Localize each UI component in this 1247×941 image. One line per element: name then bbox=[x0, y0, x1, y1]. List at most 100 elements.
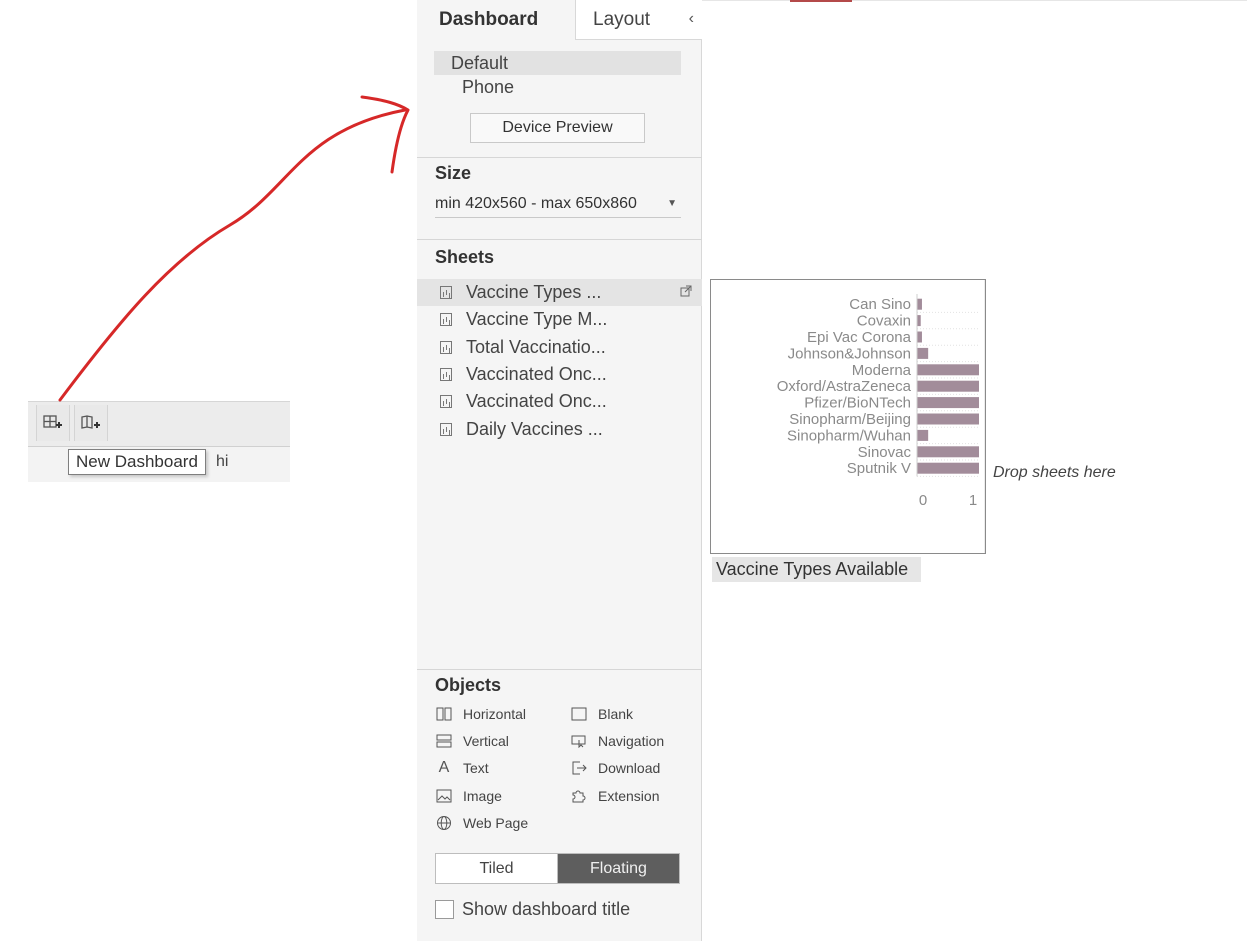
download-icon bbox=[570, 760, 588, 776]
chart-bar bbox=[917, 413, 979, 425]
chart-tick-label: 0 bbox=[919, 492, 927, 509]
sheet-item[interactable]: Daily Vaccines ... bbox=[417, 415, 702, 442]
worksheet-icon bbox=[440, 313, 452, 327]
dashboard-sheet-zone[interactable]: Can Sino Covaxin Epi Vac Corona Johnson&Joh… bbox=[710, 279, 986, 554]
chart-bar bbox=[917, 331, 922, 343]
object-label: Download bbox=[598, 760, 661, 776]
navigation-icon bbox=[570, 733, 588, 749]
sheet-item-label: Daily Vaccines ... bbox=[466, 418, 603, 439]
chart-bar bbox=[917, 462, 979, 474]
object-vertical[interactable]: Vertical bbox=[435, 731, 509, 751]
device-list: Default Phone bbox=[434, 51, 681, 99]
chart-category-label: Oxford/AstraZeneca bbox=[777, 378, 912, 395]
chart-category-label: Pfizer/BioNTech bbox=[804, 395, 911, 412]
objects-section-title: Objects bbox=[435, 675, 502, 695]
object-blank[interactable]: Blank bbox=[570, 704, 633, 724]
divider bbox=[417, 157, 702, 158]
sheet-item-label: Vaccinated Onc... bbox=[466, 364, 607, 385]
tiled-floating-toggle: Tiled Floating bbox=[435, 853, 680, 884]
tab-layout[interactable]: Layout ‹ bbox=[575, 0, 702, 40]
horizontal-container-icon bbox=[435, 706, 453, 722]
panel-tabs: Dashboard Layout ‹ bbox=[417, 0, 702, 40]
object-label: Web Page bbox=[463, 815, 529, 831]
toolbar-top-strip bbox=[28, 392, 290, 402]
chart-bar bbox=[917, 380, 979, 392]
object-label: Extension bbox=[598, 788, 660, 804]
show-title-checkbox[interactable] bbox=[435, 900, 454, 919]
tooltip-peek-text: hi bbox=[216, 453, 229, 470]
divider bbox=[417, 239, 702, 240]
chart-category-label: Sinopharm/Wuhan bbox=[787, 427, 911, 444]
chart-bar bbox=[917, 429, 929, 441]
chart-category-label: Epi Vac Corona bbox=[807, 329, 912, 346]
floating-button[interactable]: Floating bbox=[558, 854, 679, 883]
chevron-down-icon: ▼ bbox=[667, 198, 677, 209]
worksheet-icon bbox=[440, 340, 452, 354]
worksheet-icon bbox=[440, 395, 452, 409]
chart-category-label: Sputnik V bbox=[847, 460, 911, 477]
web-page-icon bbox=[435, 815, 453, 831]
object-label: Blank bbox=[598, 706, 634, 722]
worksheet-icon bbox=[440, 286, 452, 300]
object-download[interactable]: Download bbox=[570, 758, 660, 778]
object-navigation[interactable]: Navigation bbox=[570, 731, 664, 751]
object-horizontal[interactable]: Horizontal bbox=[435, 704, 526, 724]
size-dropdown[interactable]: min 420x560 - max 650x860 ▼ bbox=[435, 190, 681, 218]
text-icon: A bbox=[438, 759, 450, 776]
sheet-item-label: Vaccine Types ... bbox=[466, 282, 602, 303]
dashboard-side-panel: Dashboard Layout ‹ Default Phone Device … bbox=[417, 0, 702, 941]
new-story-icon bbox=[81, 415, 100, 429]
collapse-panel-icon[interactable]: ‹ bbox=[689, 10, 694, 28]
worksheet-icon bbox=[440, 422, 452, 436]
image-icon bbox=[435, 788, 453, 804]
object-web-page[interactable]: Web Page bbox=[435, 813, 528, 833]
chart-category-label: Moderna bbox=[852, 362, 912, 379]
tiled-button[interactable]: Tiled bbox=[436, 854, 558, 883]
device-default[interactable]: Default bbox=[434, 51, 681, 75]
chart-bar bbox=[917, 397, 979, 409]
chart-bar bbox=[917, 347, 929, 359]
device-phone[interactable]: Phone bbox=[434, 75, 681, 99]
sheet-caption[interactable]: Vaccine Types Available bbox=[712, 557, 921, 582]
chart-bar bbox=[917, 446, 979, 458]
object-text[interactable]: A Text bbox=[435, 758, 489, 778]
new-story-button[interactable] bbox=[74, 405, 108, 441]
chart-category-label: Sinopharm/Beijing bbox=[789, 411, 911, 428]
sheet-item[interactable]: Vaccinated Onc... bbox=[417, 388, 702, 415]
canvas-top-accent bbox=[790, 0, 852, 2]
new-dashboard-icon bbox=[43, 415, 62, 428]
vertical-container-icon bbox=[435, 733, 453, 749]
divider bbox=[417, 669, 702, 670]
show-title-label: Show dashboard title bbox=[462, 899, 631, 919]
new-dashboard-button[interactable] bbox=[36, 405, 70, 441]
size-value: min 420x560 - max 650x860 bbox=[435, 194, 637, 212]
blank-icon bbox=[570, 706, 588, 722]
tab-dashboard[interactable]: Dashboard bbox=[417, 0, 575, 40]
chart-tick-label: 1 bbox=[969, 492, 977, 509]
object-extension[interactable]: Extension bbox=[570, 786, 659, 806]
object-label: Navigation bbox=[598, 733, 665, 749]
sheet-item[interactable]: Vaccine Type M... bbox=[417, 306, 702, 333]
drop-sheets-hint: Drop sheets here bbox=[993, 464, 1116, 481]
chart-bar bbox=[917, 364, 979, 376]
size-section-title: Size bbox=[435, 163, 472, 183]
canvas-top-border bbox=[702, 0, 1247, 1]
object-label: Horizontal bbox=[463, 706, 527, 722]
chart-bar bbox=[917, 298, 922, 310]
sheet-item-label: Total Vaccinatio... bbox=[466, 336, 606, 357]
extension-icon bbox=[570, 788, 588, 804]
sheet-item[interactable]: Vaccinated Onc... bbox=[417, 361, 702, 388]
device-preview-button[interactable]: Device Preview bbox=[470, 113, 645, 143]
chart-category-label: Johnson&Johnson bbox=[788, 345, 911, 362]
tab-layout-label: Layout bbox=[593, 8, 651, 30]
toolbar-snippet: hi New Dashboard bbox=[28, 392, 290, 482]
object-label: Image bbox=[463, 788, 502, 804]
sheet-item[interactable]: Total Vaccinatio... bbox=[417, 334, 702, 361]
new-dashboard-tooltip: New Dashboard bbox=[68, 449, 206, 475]
sheets-list: Vaccine Types ... Vaccine Type M... Tota… bbox=[417, 279, 702, 443]
vaccine-types-chart: Can SinoCovaxinEpi Vac CoronaJohnson&Joh… bbox=[777, 280, 986, 553]
sheet-item[interactable]: Vaccine Types ... bbox=[417, 279, 702, 307]
go-to-sheet-icon[interactable] bbox=[680, 285, 692, 297]
object-image[interactable]: Image bbox=[435, 786, 502, 806]
object-label: Text bbox=[463, 760, 489, 776]
